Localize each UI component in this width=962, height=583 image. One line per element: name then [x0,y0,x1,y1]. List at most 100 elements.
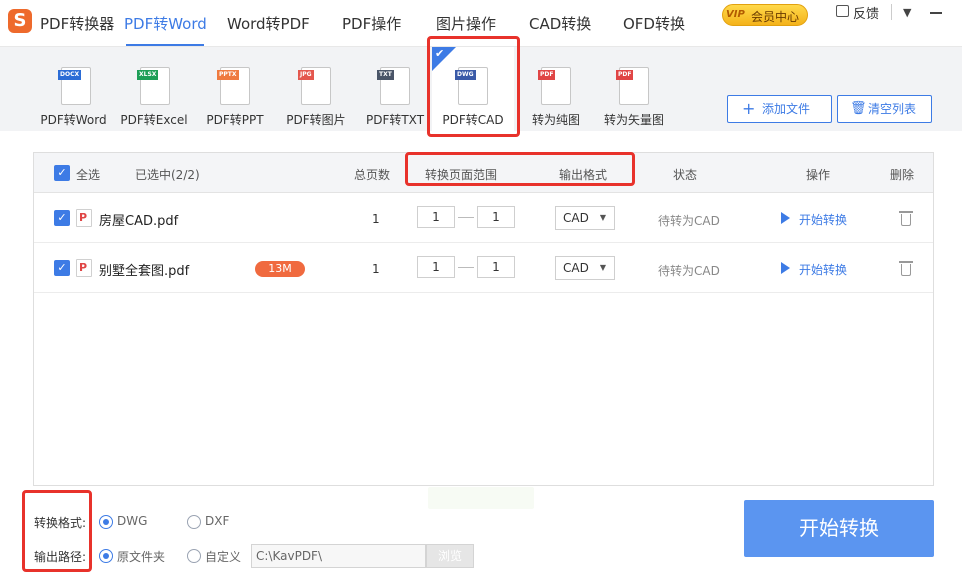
trash-icon: 🗑 [850,101,867,116]
feedback-label[interactable]: 反馈 [853,3,879,22]
start-convert-link[interactable]: 开始转换 [799,261,847,278]
format-dwg-radio[interactable] [99,515,113,529]
chevron-down-icon: ▼ [599,263,606,272]
file-name: 别墅全套图.pdf [99,264,190,279]
app-logo-icon: S [8,9,32,33]
docx-file-icon: DOCX [58,67,91,105]
tool-label: PDF转TXT [365,113,425,127]
add-file-button[interactable]: + 添加文件 [727,95,832,123]
top-bar: S PDF转换器 PDF转Word Word转PDF PDF操作 图片操作 CA… [0,0,962,46]
pdf-vector-icon: PDF [616,67,649,105]
clear-list-label: 清空列表 [868,102,917,116]
table-row: ✓ 房屋CAD.pdf 1 1 1 CAD ▼ 待转为CAD 开始转换 [34,193,933,243]
menu-dropdown-icon[interactable]: ▼ [903,6,911,19]
play-icon[interactable] [781,212,790,224]
path-original-radio[interactable] [99,549,113,563]
range-from-input[interactable]: 1 [417,256,455,278]
tool-label: PDF转Word [40,113,107,127]
tab-cad-convert[interactable]: CAD转换 [529,13,591,34]
minimize-icon[interactable] [930,12,942,14]
path-original-label[interactable]: 原文件夹 [117,548,165,565]
file-table: ✓ 全选 已选中(2/2) 总页数 转换页面范围 输出格式 状态 操作 删除 ✓… [33,152,934,486]
file-size-badge: 13M [255,261,305,277]
play-icon[interactable] [781,262,790,274]
tab-pdf-to-word[interactable]: PDF转Word [124,13,207,34]
status-text: 待转为CAD [658,264,720,278]
format-value: CAD [563,261,589,275]
format-dwg-label[interactable]: DWG [117,514,147,528]
pdf-image-icon: PDF [538,67,571,105]
start-convert-link[interactable]: 开始转换 [799,211,847,228]
feedback-icon[interactable] [836,5,849,17]
header-page-range: 转换页面范围 [425,168,498,182]
row-checkbox[interactable]: ✓ [54,260,70,276]
table-header: ✓ 全选 已选中(2/2) 总页数 转换页面范围 输出格式 状态 操作 删除 [34,153,933,193]
tool-pdf-to-cad[interactable]: ✔ DWG PDF转CAD [432,47,514,131]
tool-pdf-to-image[interactable]: JPG PDF转图片 [280,47,352,131]
pdf-file-icon [76,259,92,277]
output-path-input[interactable]: C:\KavPDF\ [251,544,426,568]
header-status: 状态 [673,168,698,182]
tool-to-vector[interactable]: PDF 转为矢量图 [598,47,670,131]
header-delete: 删除 [890,168,915,182]
tool-label: 转为矢量图 [603,113,664,127]
range-to-input[interactable]: 1 [477,256,515,278]
convert-format-label: 转换格式: [34,516,87,530]
tool-pdf-to-excel[interactable]: XLSX PDF转Excel [118,47,190,131]
header-output-format: 输出格式 [559,168,608,182]
clear-list-button[interactable]: 🗑 清空列表 [837,95,932,123]
tab-ofd-convert[interactable]: OFD转换 [623,13,685,34]
selected-count: 已选中(2/2) [135,168,200,182]
range-separator [458,267,474,268]
tab-pdf-operations[interactable]: PDF操作 [342,13,401,34]
pptx-file-icon: PPTX [217,67,250,105]
output-format-select[interactable]: CAD ▼ [555,256,615,280]
plus-icon: + [742,99,756,118]
page-count: 1 [372,212,380,226]
app-title: PDF转换器 [40,15,115,33]
range-from-input[interactable]: 1 [417,206,455,228]
xlsx-file-icon: XLSX [137,67,170,105]
delete-icon[interactable] [899,211,913,226]
delete-icon[interactable] [899,261,913,276]
add-file-label: 添加文件 [762,102,811,116]
tool-pdf-to-ppt[interactable]: PPTX PDF转PPT [200,47,270,131]
faded-toast [428,487,534,509]
format-value: CAD [563,211,589,225]
file-name: 房屋CAD.pdf [99,214,179,229]
tool-pdf-to-word[interactable]: DOCX PDF转Word [36,47,111,131]
txt-file-icon: TXT [377,67,410,105]
format-dxf-radio[interactable] [187,515,201,529]
tool-label: PDF转Excel [120,113,188,127]
output-path-label: 输出路径: [34,550,87,564]
format-dxf-label[interactable]: DXF [205,514,229,528]
path-custom-label[interactable]: 自定义 [205,548,241,565]
select-all-label[interactable]: 全选 [76,166,100,183]
output-format-select[interactable]: CAD ▼ [555,206,615,230]
table-row: ✓ 别墅全套图.pdf 13M 1 1 1 CAD ▼ 待转为CAD 开始转换 [34,243,933,293]
vip-center-button[interactable]: VIP 会员中心 [722,4,808,26]
tab-image-operations[interactable]: 图片操作 [436,13,496,34]
path-custom-radio[interactable] [187,549,201,563]
vip-center-label: 会员中心 [751,10,800,24]
row-checkbox[interactable]: ✓ [54,210,70,226]
header-operation: 操作 [806,168,831,182]
jpg-file-icon: JPG [298,67,331,105]
tool-pdf-to-txt[interactable]: TXT PDF转TXT [360,47,430,131]
tool-to-pure-image[interactable]: PDF 转为纯图 [524,47,588,131]
vip-crown-icon: VIP [726,9,745,20]
range-separator [458,217,474,218]
tool-label: PDF转图片 [286,113,346,127]
chevron-down-icon: ▼ [599,213,606,222]
checkmark-icon: ✔ [435,47,445,60]
header-pages: 总页数 [354,168,391,182]
range-to-input[interactable]: 1 [477,206,515,228]
tool-label: PDF转CAD [442,113,504,127]
topbar-divider [891,4,892,20]
select-all-checkbox[interactable]: ✓ [54,165,70,181]
browse-button[interactable]: 浏览 [426,544,474,568]
tab-word-to-pdf[interactable]: Word转PDF [227,13,310,34]
start-convert-button[interactable]: 开始转换 [744,500,934,557]
tool-label: 转为纯图 [531,113,580,127]
pdf-file-icon [76,209,92,227]
